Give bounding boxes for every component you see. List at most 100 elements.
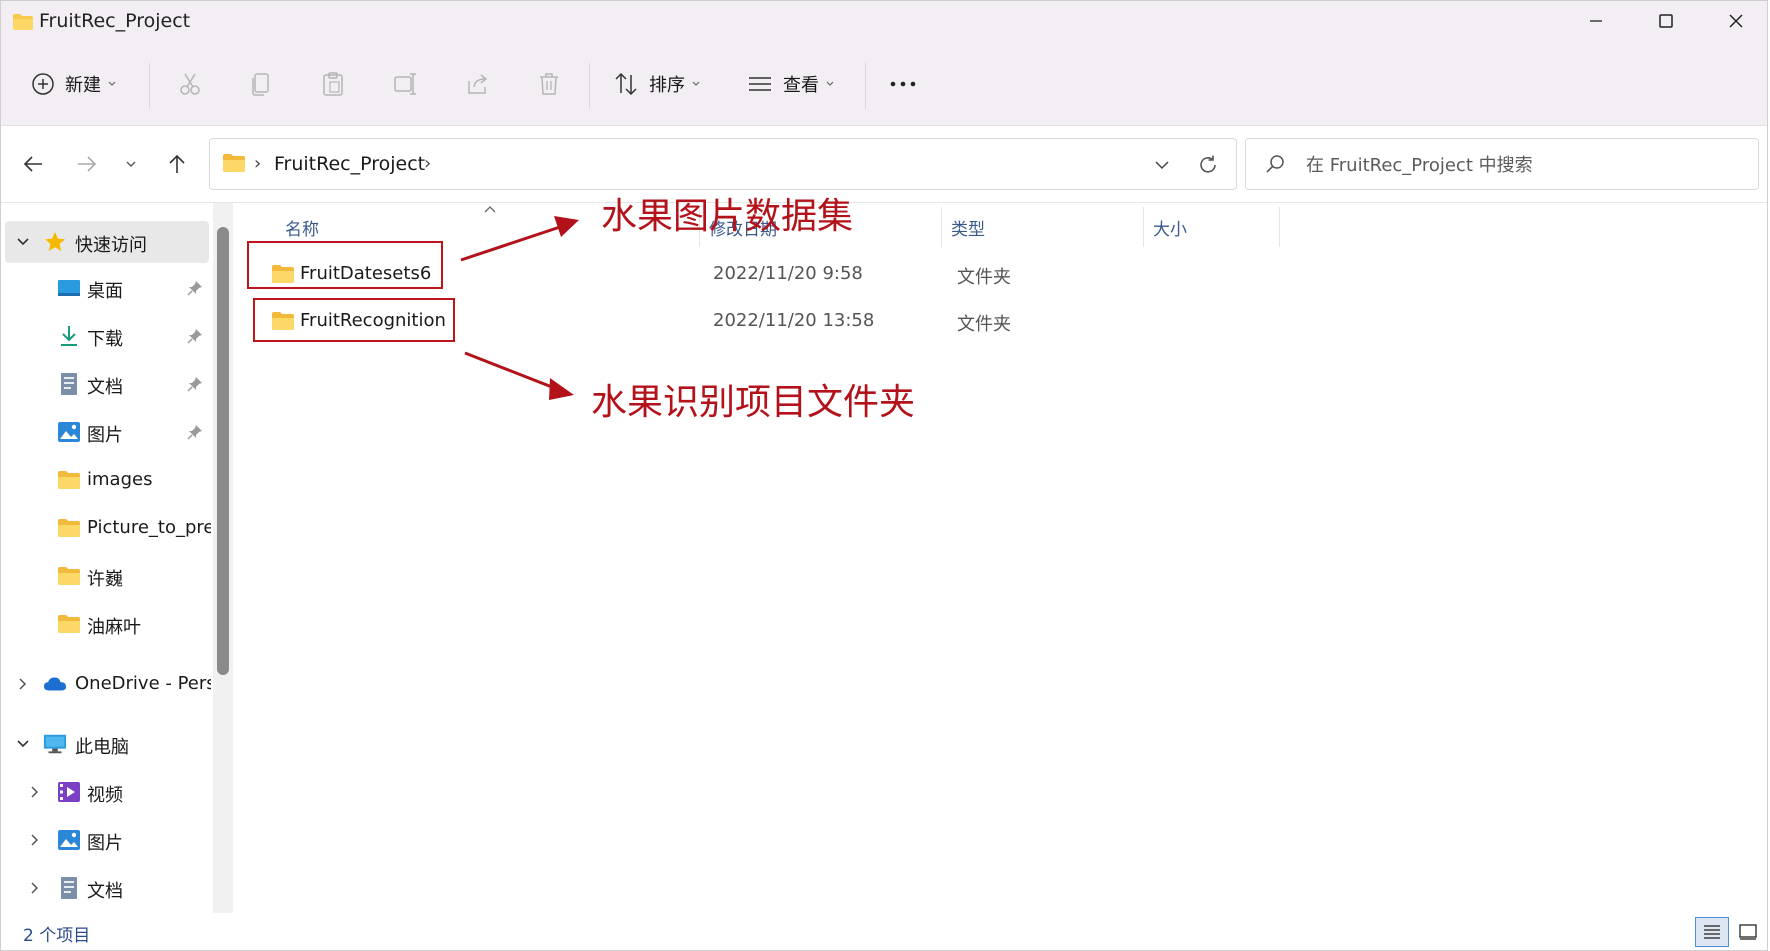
chevron-right-icon[interactable] [27,880,43,896]
rename-button[interactable] [393,61,419,107]
folder-icon [12,13,34,35]
sidebar-item-label: images [87,469,153,490]
sidebar-item-videos[interactable]: 视频 [1,771,211,813]
annotation-label-dataset: 水果图片数据集 [601,196,854,237]
sort-button[interactable]: 排序 [613,61,701,107]
chevron-right-icon[interactable] [27,832,43,848]
refresh-icon [1200,155,1216,173]
sidebar-item-label: 油麻叶 [87,617,141,638]
pin-icon [187,328,203,348]
chevron-down-icon [692,81,700,86]
copy-button[interactable] [249,61,273,107]
column-header-type[interactable]: 类型 [951,207,985,247]
annotation-label-project: 水果识别项目文件夹 [591,382,916,423]
folder-icon [222,153,246,177]
new-label: 新建 [65,75,101,96]
sidebar-item-label: 文档 [87,881,123,902]
table-row[interactable]: FruitDatesets6 2022/11/20 9:58 文件夹 [243,253,1733,295]
search-input[interactable] [1304,149,1748,181]
item-count: 2 个项目 [23,926,91,946]
maximize-button[interactable] [1631,1,1701,41]
tiles-view-button[interactable] [1731,917,1765,947]
download-icon [57,324,81,348]
close-button[interactable] [1701,1,1767,41]
sidebar-item-documents[interactable]: 文档 [1,363,211,405]
sidebar-item-pc-documents[interactable]: 文档 [1,867,211,909]
folder-icon [57,468,81,492]
chevron-down-icon[interactable] [15,234,31,250]
sidebar-item-label: OneDrive - Pers [75,673,211,694]
column-header-label: 名称 [285,219,319,240]
breadcrumb-item[interactable]: FruitRec_Project [274,153,425,175]
sidebar-item-label: 此电脑 [75,737,129,758]
sidebar-scrollbar-thumb[interactable] [217,227,229,675]
sidebar-item-quick-access[interactable]: 快速访问 [5,221,209,263]
title-bar: FruitRec_Project [1,1,1767,41]
minimize-button[interactable] [1561,1,1631,41]
address-history-button[interactable] [1144,147,1180,183]
pictures-icon [57,420,81,444]
sidebar-item-youmaye[interactable]: 油麻叶 [1,603,211,645]
sidebar-item-pc-pictures[interactable]: 图片 [1,819,211,861]
sort-ascending-icon [484,206,496,213]
back-button[interactable] [13,144,53,184]
folder-icon [57,516,81,540]
column-header-size[interactable]: 大小 [1153,207,1187,247]
chevron-down-icon[interactable] [15,736,31,752]
cut-button[interactable] [177,61,203,107]
breadcrumb-separator-icon: › [254,153,262,174]
sidebar-item-xuwei[interactable]: 许巍 [1,555,211,597]
details-view-button[interactable] [1695,917,1729,947]
sidebar-item-onedrive[interactable]: OneDrive - Pers [1,663,211,705]
refresh-button[interactable] [1190,147,1226,183]
search-box[interactable] [1245,138,1759,190]
column-header-label: 类型 [951,219,985,240]
new-button[interactable]: 新建 [31,61,117,107]
chevron-down-icon [826,81,834,86]
sidebar-item-label: 文档 [87,377,123,398]
chevron-right-icon[interactable] [15,676,31,692]
sidebar-item-downloads[interactable]: 下载 [1,315,211,357]
sidebar-item-label: 下载 [87,329,123,350]
table-row[interactable]: FruitRecognition 2022/11/20 13:58 文件夹 [243,300,1733,342]
file-explorer-window: FruitRec_Project 新建 排序 查看 › FruitRec_Pro… [0,0,1768,951]
view-lines-icon [749,77,771,91]
column-divider[interactable] [941,207,942,247]
document-icon [57,876,81,900]
chevron-right-icon[interactable] [27,784,43,800]
more-options-button[interactable] [889,61,917,107]
computer-icon [43,732,67,756]
tiles-view-icon [1739,924,1757,940]
recent-locations-button[interactable] [111,144,151,184]
delete-button[interactable] [537,61,561,107]
folder-icon [57,612,81,636]
view-label: 查看 [783,75,819,96]
paste-button[interactable] [321,61,345,107]
sidebar-item-this-pc[interactable]: 此电脑 [1,723,211,765]
view-button[interactable]: 查看 [747,61,835,107]
sidebar-item-pictures[interactable]: 图片 [1,411,211,453]
up-button[interactable] [157,144,197,184]
file-type: 文件夹 [957,267,1011,288]
rename-icon [394,73,416,95]
toolbar-divider [589,63,590,109]
sidebar-item-desktop[interactable]: 桌面 [1,267,211,309]
arrow-left-icon [23,156,42,172]
sort-label: 排序 [649,75,685,96]
sidebar-item-label: 快速访问 [75,235,147,256]
pin-icon [187,424,203,444]
forward-button[interactable] [67,144,107,184]
breadcrumb-separator-icon[interactable]: › [424,153,431,174]
ellipsis-icon [890,81,916,87]
share-button[interactable] [465,61,491,107]
address-bar[interactable]: › FruitRec_Project › [209,138,1237,190]
column-divider[interactable] [1143,207,1144,247]
sidebar-item-images[interactable]: images [1,459,211,501]
copy-icon [252,73,269,96]
status-bar: 2 个项目 [1,913,1767,950]
chevron-down-icon [108,81,116,86]
sidebar-item-picture-to-pre[interactable]: Picture_to_pre [1,507,211,549]
column-divider[interactable] [1279,207,1280,247]
desktop-icon [57,276,81,300]
trash-icon [540,73,558,95]
